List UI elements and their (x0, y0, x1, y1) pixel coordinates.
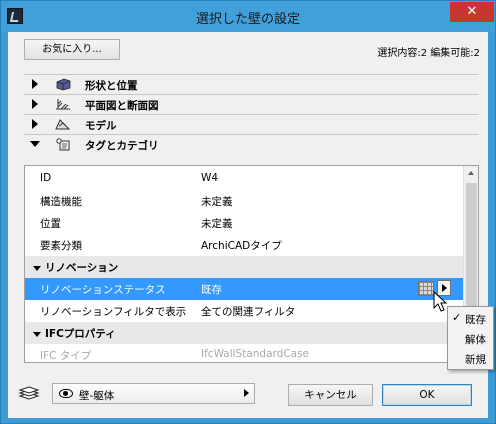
property-value[interactable]: W4 (201, 172, 218, 184)
wall-geometry-icon (56, 78, 71, 91)
favorites-button[interactable]: お気に入り... (24, 39, 120, 60)
menu-item-new[interactable]: 新規 (448, 349, 493, 369)
group-label-text: IFCプロパティ (45, 328, 116, 340)
menu-item-existing[interactable]: ✓ 既存 (448, 309, 493, 329)
menu-item-label: 解体 (465, 334, 486, 346)
property-key: IFC タイプ (40, 350, 92, 362)
section-label: モデル (85, 120, 117, 132)
table-row[interactable]: ID W4 (25, 168, 465, 190)
menu-item-demolish[interactable]: 解体 (448, 329, 493, 349)
menu-item-label: 既存 (465, 314, 486, 326)
table-row-selected[interactable]: リノベーションステータス 既存 (25, 278, 465, 300)
property-table: ID W4 構造機能 未定義 位置 未定義 要素分類 ArchiCADタイプ リ… (24, 165, 479, 363)
collapse-arrow-icon[interactable] (30, 141, 40, 147)
group-header-renovation[interactable]: リノベーション (25, 256, 465, 278)
expand-arrow-icon[interactable] (32, 99, 38, 109)
model-icon (55, 119, 71, 130)
layer-dropdown[interactable]: 壁-躯体 (52, 383, 255, 404)
layer-value: 壁-躯体 (79, 390, 115, 402)
cancel-button[interactable]: キャンセル (288, 384, 373, 406)
section-tags[interactable]: タグとカテゴリ (24, 134, 479, 154)
close-button[interactable]: ✕ (450, 2, 494, 22)
scrollbar-thumb[interactable] (466, 183, 477, 323)
property-value[interactable]: 既存 (201, 282, 222, 297)
menu-item-label: 新規 (465, 354, 486, 366)
table-row: IFC タイプ IfcWallStandardCase (25, 344, 465, 362)
section-floorplan[interactable]: 平面図と断面図 (24, 94, 479, 114)
hatch-pattern-icon (418, 281, 434, 296)
property-key: 要素分類 (40, 240, 82, 252)
renovation-status-menu: ✓ 既存 解体 新規 (447, 306, 494, 370)
table-row[interactable]: 構造機能 未定義 (25, 190, 465, 212)
footer-bar: 壁-躯体 キャンセル OK (8, 376, 488, 416)
section-geometry[interactable]: 形状と位置 (24, 74, 479, 94)
property-value[interactable]: 全ての関連フィルタ (201, 304, 295, 319)
scroll-up-icon[interactable] (464, 166, 478, 181)
table-row[interactable]: 位置 未定義 (25, 212, 465, 234)
section-label: 平面図と断面図 (85, 100, 159, 112)
mouse-cursor-icon (433, 291, 448, 312)
property-key: 構造機能 (40, 196, 82, 208)
table-row[interactable]: リノベーションフィルタで表示 全ての関連フィルタ (25, 300, 465, 322)
section-label: 形状と位置 (85, 80, 138, 92)
table-row[interactable]: 要素分類 ArchiCADタイプ (25, 234, 465, 256)
group-label: IFCプロパティ (33, 326, 116, 341)
eye-icon[interactable] (59, 389, 73, 398)
property-value[interactable]: 未定義 (201, 194, 233, 209)
checkmark-icon: ✓ (452, 311, 462, 324)
property-key: リノベーションフィルタで表示 (40, 306, 187, 318)
property-value: IfcWallStandardCase (201, 348, 310, 360)
property-key: リノベーションステータス (40, 284, 166, 296)
floorplan-section-icon (56, 99, 70, 110)
expand-arrow-icon[interactable] (32, 119, 38, 129)
group-label-text: リノベーション (45, 262, 119, 274)
property-value[interactable]: ArchiCADタイプ (201, 238, 282, 253)
property-key: ID (40, 172, 52, 184)
collapse-arrow-icon[interactable] (33, 265, 41, 271)
group-label: リノベーション (33, 260, 118, 275)
chevron-right-icon (244, 389, 249, 397)
section-list: 形状と位置 平面図と断面図 モデル タグとカテゴリ (24, 74, 479, 154)
section-label: タグとカテゴリ (85, 140, 159, 152)
title-bar[interactable]: 選択した壁の設定 ✕ (1, 1, 495, 32)
collapse-arrow-icon[interactable] (33, 331, 41, 337)
tag-category-icon (56, 138, 70, 151)
dialog-window: 選択した壁の設定 ✕ お気に入り... 選択内容:2 編集可能:2 形状と位置 … (0, 0, 496, 424)
window-title: 選択した壁の設定 (195, 12, 300, 27)
selection-info: 選択内容:2 編集可能:2 (377, 48, 480, 59)
dialog-body: お気に入り... 選択内容:2 編集可能:2 形状と位置 平面図と断面図 モデル… (8, 32, 488, 418)
layers-icon (18, 386, 40, 400)
property-key: 位置 (40, 218, 61, 230)
expand-arrow-icon[interactable] (32, 79, 38, 89)
section-model[interactable]: モデル (24, 114, 479, 134)
group-header-ifc[interactable]: IFCプロパティ (25, 322, 465, 344)
ok-button[interactable]: OK (382, 384, 472, 406)
property-value[interactable]: 未定義 (201, 216, 233, 231)
